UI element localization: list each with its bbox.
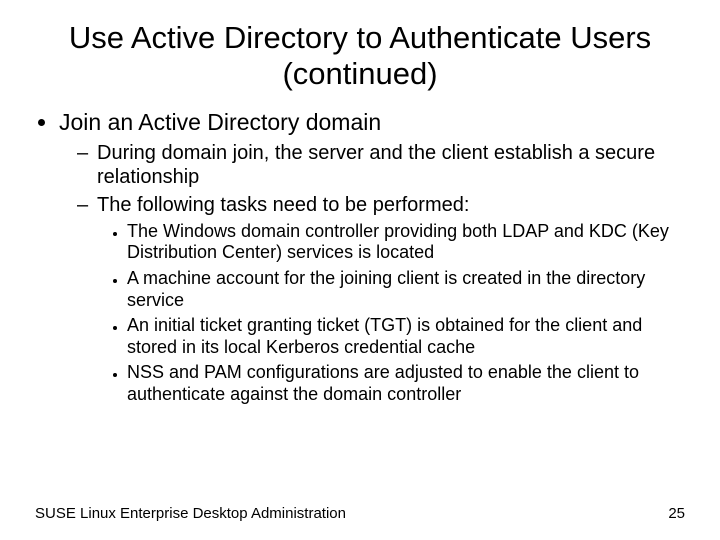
list-item-text: The following tasks need to be performed…: [97, 194, 469, 216]
list-item: Join an Active Directory domain During d…: [59, 109, 685, 405]
list-item: NSS and PAM configurations are adjusted …: [127, 362, 685, 405]
bullet-list-level3: The Windows domain controller providing …: [97, 221, 685, 406]
bullet-list-level1: Join an Active Directory domain During d…: [35, 109, 685, 405]
slide: Use Active Directory to Authenticate Use…: [0, 0, 720, 540]
list-item-text: During domain join, the server and the c…: [97, 142, 655, 188]
list-item-text: An initial ticket granting ticket (TGT) …: [127, 315, 642, 357]
slide-title: Use Active Directory to Authenticate Use…: [35, 20, 685, 91]
list-item-text: A machine account for the joining client…: [127, 268, 645, 310]
list-item: A machine account for the joining client…: [127, 268, 685, 311]
list-item: The following tasks need to be performed…: [97, 193, 685, 406]
footer-left: SUSE Linux Enterprise Desktop Administra…: [35, 505, 346, 522]
page-number: 25: [668, 505, 685, 522]
list-item-text: Join an Active Directory domain: [59, 109, 381, 135]
footer: SUSE Linux Enterprise Desktop Administra…: [35, 505, 685, 522]
list-item: During domain join, the server and the c…: [97, 141, 685, 189]
list-item: An initial ticket granting ticket (TGT) …: [127, 315, 685, 358]
bullet-list-level2: During domain join, the server and the c…: [59, 141, 685, 406]
list-item-text: NSS and PAM configurations are adjusted …: [127, 362, 639, 404]
list-item: The Windows domain controller providing …: [127, 221, 685, 264]
list-item-text: The Windows domain controller providing …: [127, 221, 669, 263]
